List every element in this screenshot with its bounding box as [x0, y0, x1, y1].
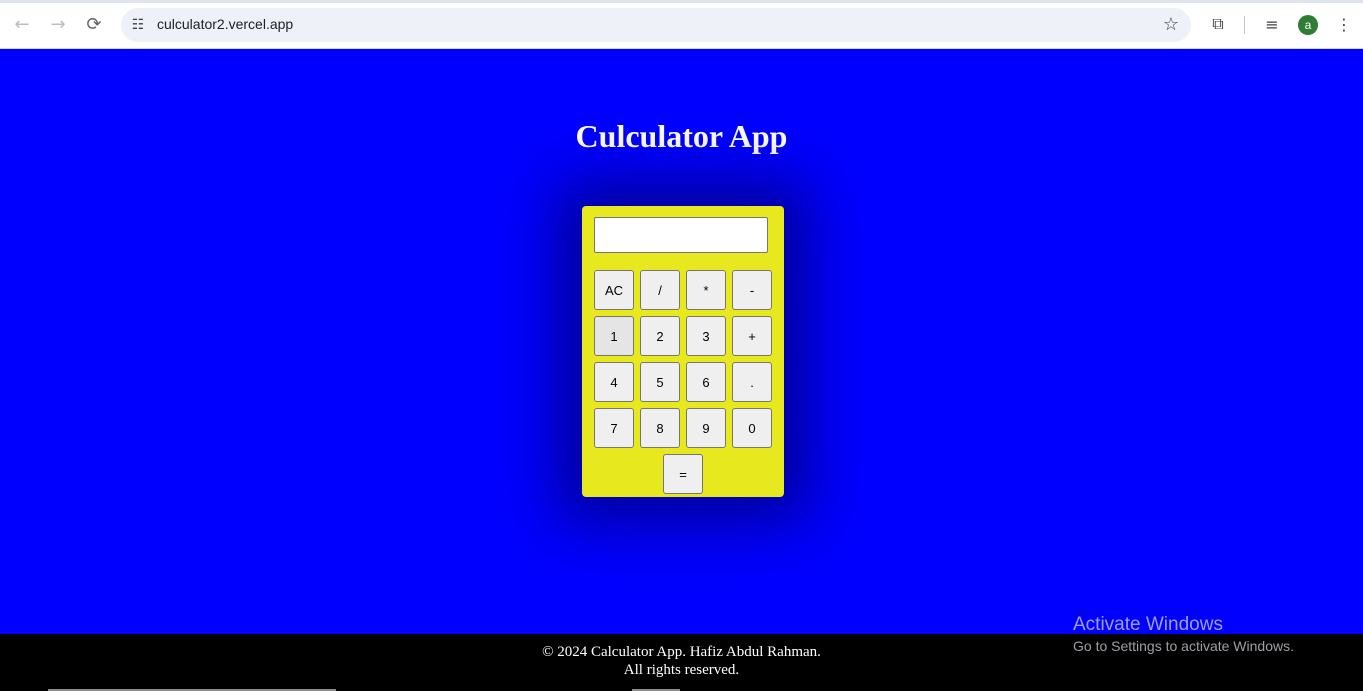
key-digit-7-button[interactable]: 7 [594, 408, 634, 448]
site-info-icon[interactable]: ☷ [129, 16, 147, 34]
key-digit-8-button[interactable]: 8 [640, 408, 680, 448]
key-add-button[interactable]: + [732, 316, 772, 356]
url-text[interactable]: culculator2.vercel.app [157, 16, 293, 32]
key-digit-1-button[interactable]: 1 [594, 316, 634, 356]
key-digit-9-button[interactable]: 9 [686, 408, 726, 448]
windows-activation-watermark: Activate Windows Go to Settings to activ… [1073, 614, 1294, 654]
key-clear-button[interactable]: AC [594, 270, 634, 310]
media-control-icon[interactable]: ≡ [1260, 12, 1284, 36]
browser-toolbar: ← → ⟳ ☷ culculator2.vercel.app ☆ ⧉ ≡ a ⋮ [0, 0, 1363, 49]
menu-icon[interactable]: ⋮ [1332, 12, 1356, 36]
key-equals-button[interactable]: = [663, 454, 703, 494]
key-subtract-button[interactable]: - [732, 270, 772, 310]
calculator-panel: AC / * - 1 2 3 +4 5 6. 7 8 9 0 = [582, 206, 784, 497]
watermark-title: Activate Windows [1073, 614, 1223, 635]
key-multiply-button[interactable]: * [686, 270, 726, 310]
tab-strip-edge [0, 0, 1363, 3]
page-title: Culculator App [575, 118, 788, 154]
watermark-subtitle: Go to Settings to activate Windows. [1073, 638, 1294, 654]
forward-icon[interactable]: → [46, 12, 70, 36]
back-icon[interactable]: ← [10, 12, 34, 36]
key-digit-2-button[interactable]: 2 [640, 316, 680, 356]
key-digit-5-button[interactable]: 5 [640, 362, 680, 402]
address-bar[interactable]: ☷ culculator2.vercel.app ☆ [121, 8, 1191, 42]
toolbar-divider [1244, 16, 1245, 34]
key-digit-6-button[interactable]: 6 [686, 362, 726, 402]
key-digit-0-button[interactable]: 0 [732, 408, 772, 448]
key-decimal-button[interactable]: . [732, 362, 772, 402]
calculator-display[interactable] [594, 217, 768, 253]
key-digit-4-button[interactable]: 4 [594, 362, 634, 402]
key-divide-button[interactable]: / [640, 270, 680, 310]
reload-icon[interactable]: ⟳ [82, 12, 106, 36]
profile-avatar[interactable]: a [1298, 15, 1318, 35]
extensions-icon[interactable]: ⧉ [1206, 12, 1230, 36]
footer-rights: All rights reserved. [623, 662, 740, 678]
bookmark-star-icon[interactable]: ☆ [1163, 14, 1179, 35]
key-digit-3-button[interactable]: 3 [686, 316, 726, 356]
